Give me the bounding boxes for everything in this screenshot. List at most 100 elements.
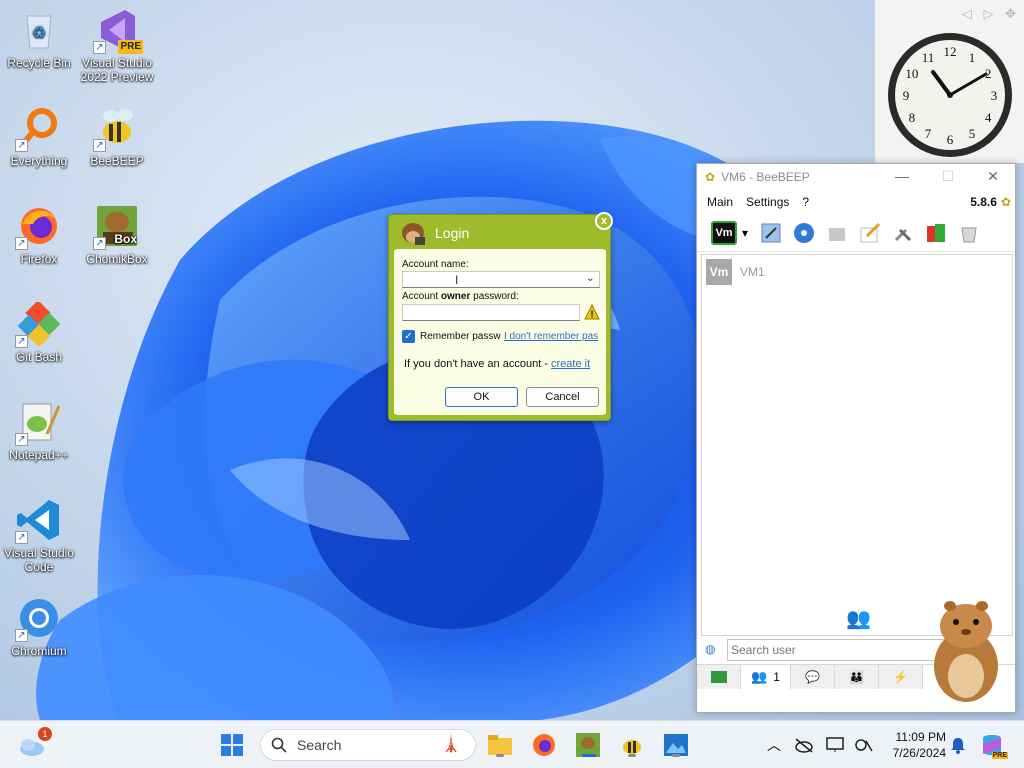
clock-number: 7 [925,126,932,141]
menu-main[interactable]: Main [707,195,733,209]
desktop-icon-chromium[interactable]: ↗ Chromium [0,596,78,658]
close-button[interactable]: ✕ [978,168,1008,185]
user-list: Vm VM1 👥 [701,254,1013,636]
visual-studio-icon: PRE ↗ [93,8,143,54]
status-dropdown-icon[interactable]: ▾ [740,221,750,245]
users-icon: 👥 [751,669,768,684]
status-selector-button[interactable]: Vm [711,220,737,245]
clock-area[interactable]: 11:09 PM 7/26/2024 [880,729,946,761]
tab-users[interactable]: 👥 1 [741,665,791,689]
forgot-password-link[interactable]: I don't remember pas [504,331,598,342]
account-name-combobox[interactable]: ⌄ [402,271,600,288]
desktop-icon-git-bash[interactable]: ↗ Git Bash [0,300,78,364]
desktop-icon-everything[interactable]: ↗ Everything [0,106,78,168]
groups-icon: 👪 [849,670,864,684]
desktop-icon-label: Firefox [20,252,58,266]
taskbar: 1 Search 🗼 ︿ 11:09 PM 7/26/2024 PRE [0,720,1024,768]
tab-chats[interactable]: 💬 [791,665,835,689]
clock-number: 1 [969,50,976,65]
notepad-plus-plus-icon: ↗ [15,400,61,446]
group-icon[interactable] [825,221,849,245]
menu-help[interactable]: ? [802,195,809,209]
image-viewer-taskbar-button[interactable] [662,731,690,759]
cloud-offline-icon[interactable] [790,731,818,759]
account-name-label: Account name: [402,259,469,270]
desktop-icon-label: Git Bash [15,350,63,364]
shortcut-arrow-icon: ↗ [15,139,28,152]
show-hidden-icons-chevron-icon[interactable]: ︿ [760,731,788,759]
desktop-icon-visual-studio-code[interactable]: ↗ Visual Studio Code [0,498,78,574]
share-icon: ⚡ [893,670,908,684]
desktop-icon-beebeep[interactable]: ↗ BeeBEEP [78,106,156,168]
tab-shares[interactable]: ⚡ [879,665,923,689]
taskbar-search[interactable]: Search 🗼 [260,729,476,761]
password-label: Account owner password: [402,291,519,302]
shortcut-arrow-icon: ↗ [15,433,28,446]
add-gadget-icon[interactable]: ✥ [1005,6,1016,21]
next-gadget-icon[interactable]: ▷ [983,6,993,21]
gadget-controls: ◁ ▷ ✥ [954,6,1016,22]
search-user-input[interactable] [727,639,947,661]
menu-settings[interactable]: Settings [746,195,789,209]
previous-gadget-icon[interactable]: ◁ [962,6,972,21]
display-icon[interactable] [822,731,850,759]
analog-clock[interactable]: 12 1234567891011 [885,30,1015,160]
maximize-button[interactable]: ☐ [933,168,963,185]
trash-icon[interactable] [957,221,981,245]
tools-icon[interactable] [891,221,915,245]
remember-password-label: Remember passw [420,331,501,342]
notifications-bell-icon[interactable] [944,731,972,759]
create-account-link[interactable]: create it [551,358,590,370]
weather-widget[interactable]: 1 [18,727,52,759]
clock-number: 11 [922,50,935,65]
profile-edit-icon[interactable] [759,221,783,245]
clock-number: 6 [947,132,954,147]
clock-number: 8 [909,110,916,125]
firefox-taskbar-button[interactable] [530,731,558,759]
bee-icon: ↗ [93,106,139,152]
chromium-icon: ↗ [15,596,61,642]
toolbar: Vm ▾ [697,214,1015,252]
password-field[interactable] [402,304,580,321]
minimize-button[interactable]: — [887,168,917,184]
desktop-icon-label: ChomikBox [86,252,148,266]
desktop-icon-firefox[interactable]: ↗ Firefox [0,204,78,266]
clock-number: 10 [905,66,918,81]
desktop-icon-notepad-plus-plus[interactable]: ↗ Notepad++ [0,400,78,462]
dialog-body: Account name: ⌄ Account owner password: … [394,249,606,415]
tray-date: 7/26/2024 [892,746,946,760]
magnifier-icon: ↗ [15,106,61,152]
shortcut-arrow-icon: ↗ [15,335,28,348]
svg-text:!: ! [590,310,593,321]
note-edit-icon[interactable] [858,221,882,245]
file-explorer-button[interactable] [486,731,514,759]
tab-groups[interactable]: 👪 [835,665,879,689]
chevron-down-icon[interactable]: ⌄ [586,271,595,284]
start-button[interactable] [218,731,246,759]
shortcut-arrow-icon: ↗ [93,41,106,54]
network-status-icon[interactable] [850,731,878,759]
remember-password-checkbox[interactable]: ✓ [402,330,415,343]
notification-badge: 1 [38,727,52,741]
user-name: VM1 [740,265,765,279]
ok-button[interactable]: OK [445,387,518,407]
desktop-icon-visual-studio-2022-preview[interactable]: PRE ↗ Visual Studio 2022 Preview [78,8,156,84]
desktop-icon-chomikbox[interactable]: Box ↗ ChomikBox [78,204,156,266]
shortcut-arrow-icon: ↗ [93,237,106,250]
tab-home[interactable] [697,665,741,689]
chomikbox-taskbar-button[interactable] [574,731,602,759]
beebeep-taskbar-button[interactable] [618,731,646,759]
desktop-icon-label: Notepad++ [9,448,69,462]
title-bar[interactable]: ✿ VM6 - BeeBEEP — ☐ ✕ [697,164,1015,190]
warning-icon: ! [584,303,600,321]
plugins-icon[interactable] [924,221,948,245]
clock-number: 9 [903,88,910,103]
cancel-button[interactable]: Cancel [526,387,599,407]
copilot-icon[interactable]: PRE [978,731,1008,759]
list-item[interactable]: Vm VM1 [702,255,1012,289]
desktop-icon-label: Visual Studio Code [4,546,74,574]
close-button[interactable]: x [595,212,613,230]
preview-badge: PRE [118,40,143,54]
network-icon[interactable] [792,221,816,245]
desktop-icon-recycle-bin[interactable]: ♻ Recycle Bin [0,8,78,70]
